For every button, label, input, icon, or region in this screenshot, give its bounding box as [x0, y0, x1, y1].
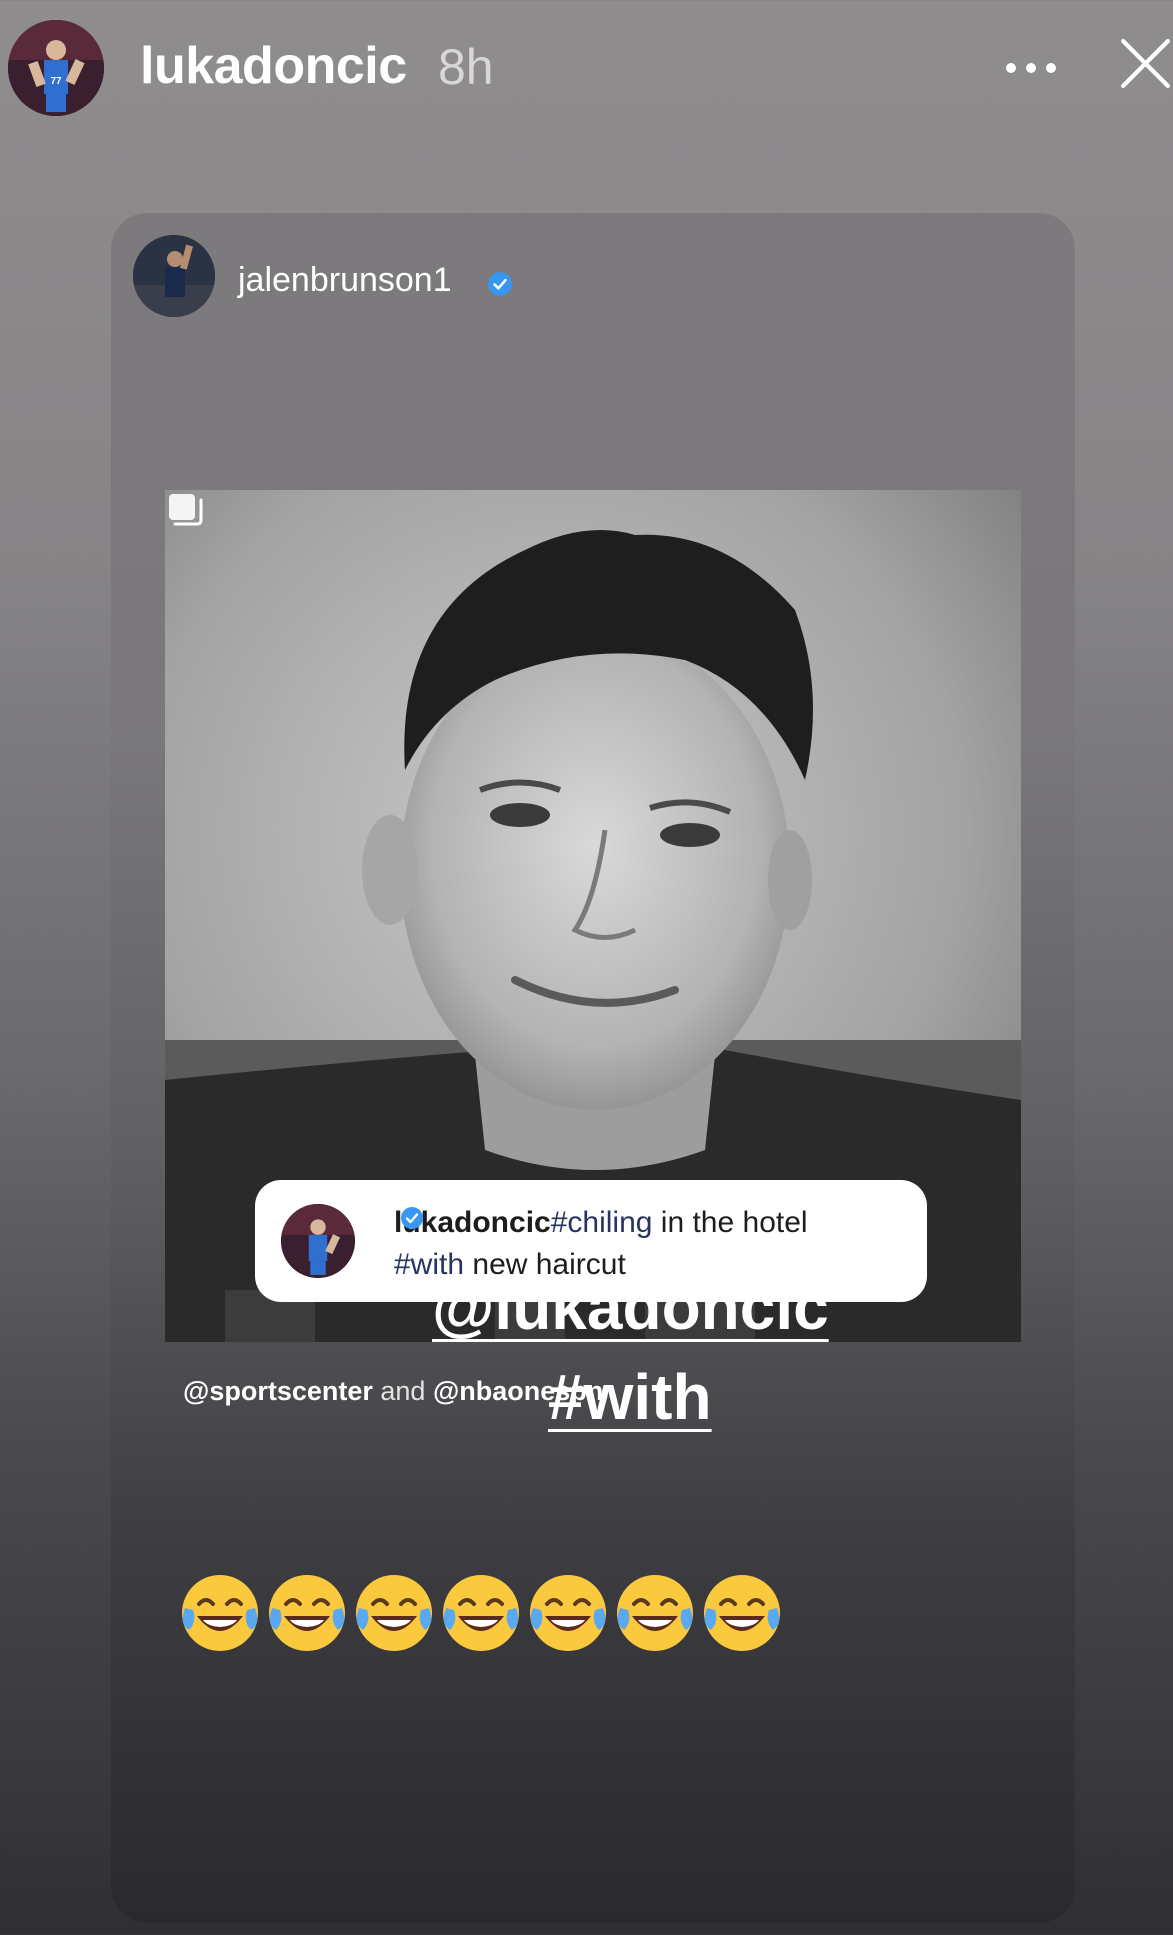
post-author-avatar[interactable] — [133, 235, 215, 317]
story-author-avatar[interactable]: 77 — [8, 20, 104, 116]
caption-hashtag-chiling[interactable]: #chiling — [551, 1206, 653, 1239]
story-author-username[interactable]: lukadoncic — [140, 36, 407, 96]
credit-handle-1[interactable]: @sportscenter — [183, 1376, 373, 1406]
credit-joiner: and — [372, 1376, 433, 1406]
caption-text-1: in the hotel — [652, 1206, 808, 1239]
more-icon[interactable] — [1006, 52, 1058, 82]
mention-text: @lukadoncic — [432, 1271, 829, 1343]
laughing-crying-emoji — [530, 1575, 606, 1651]
laughing-crying-emoji — [704, 1575, 780, 1651]
multiple-posts-icon — [169, 494, 203, 526]
caption-author-avatar — [281, 1204, 355, 1278]
avatar-photo: 77 — [8, 20, 104, 116]
laughing-crying-emoji — [182, 1575, 258, 1651]
shared-post-card[interactable]: jalenbrunson1 lukadoncic #chiling in the… — [111, 213, 1075, 1923]
laughing-crying-emoji — [443, 1575, 519, 1651]
verified-icon — [401, 1207, 423, 1229]
post-image[interactable]: lukadoncic #chiling in the hotel #with ne… — [165, 490, 1021, 1342]
laughing-crying-emoji — [356, 1575, 432, 1651]
mention-sticker[interactable]: @lukadoncic — [432, 1270, 829, 1344]
laughing-crying-emoji — [269, 1575, 345, 1651]
hashtag-sticker[interactable]: #with — [548, 1360, 712, 1434]
story-timestamp: 8h — [438, 39, 494, 95]
caption-line-1: lukadoncic #chiling in the hotel — [394, 1206, 808, 1240]
post-credit: @sportscenter and @nbaonespn — [183, 1376, 603, 1407]
laughing-crying-emoji — [617, 1575, 693, 1651]
avatar-photo — [133, 235, 215, 317]
emoji-row — [177, 1570, 797, 1656]
svg-text:77: 77 — [50, 76, 62, 87]
verified-icon — [488, 272, 512, 296]
close-icon[interactable] — [1118, 36, 1173, 100]
avatar-photo — [281, 1204, 355, 1278]
post-author-username[interactable]: jalenbrunson1 — [238, 261, 452, 300]
